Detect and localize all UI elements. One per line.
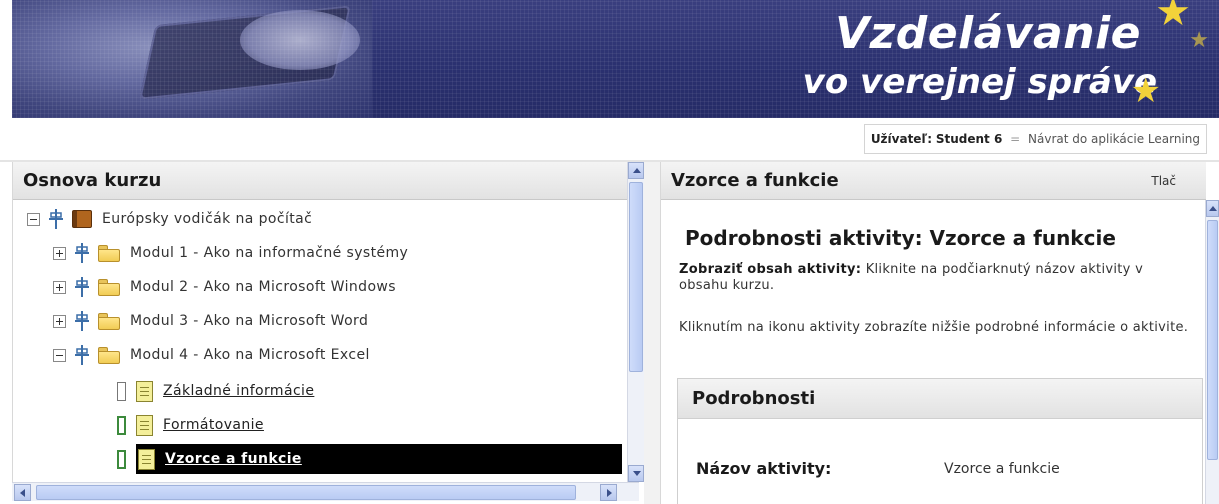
tree-connector-icon [72, 277, 92, 297]
banner-title-line1: Vzdelávanie [835, 8, 1141, 59]
document-icon [138, 448, 155, 470]
tree-module[interactable]: Modul 4 - Ako na Microsoft Excel [53, 338, 370, 372]
user-name: Student 6 [935, 132, 1003, 146]
scroll-left-button[interactable] [14, 484, 31, 501]
collapse-icon[interactable] [27, 212, 40, 226]
scroll-down-button[interactable] [628, 465, 644, 482]
not-attempted-status-icon[interactable] [117, 381, 126, 401]
outline-horizontal-scrollbar[interactable] [12, 482, 639, 501]
star-icon: ★ [1155, 0, 1191, 35]
outline-vertical-scrollbar[interactable] [627, 162, 644, 482]
activity-link[interactable]: Základné informácie [163, 383, 314, 399]
header-banner: Vzdelávanie vo verejnej správe ★ ★ ★ [0, 0, 1219, 118]
scroll-up-button[interactable] [1206, 200, 1219, 217]
module-label: Modul 2 - Ako na Microsoft Windows [130, 279, 396, 295]
collapse-icon[interactable] [53, 348, 66, 362]
print-link[interactable]: Tlač [1151, 162, 1176, 199]
frame-splitter[interactable] [644, 162, 660, 504]
folder-icon [98, 244, 120, 262]
module-label: Modul 4 - Ako na Microsoft Excel [130, 347, 370, 363]
book-icon [72, 210, 92, 228]
attempted-status-icon[interactable] [117, 449, 126, 469]
chevron-down-icon [633, 471, 641, 476]
attempted-status-icon[interactable] [117, 415, 126, 435]
outline-tree: Európsky vodičák na počítač Modul 1 - Ak… [13, 200, 628, 482]
document-icon [136, 414, 153, 436]
activity-link[interactable]: Vzorce a funkcie [165, 451, 302, 467]
activity-detail-panel: Vzorce a funkcie Tlač Podrobnosti aktivi… [660, 162, 1206, 504]
expand-icon[interactable] [53, 314, 66, 328]
document-icon [136, 380, 153, 402]
expand-icon[interactable] [53, 280, 66, 294]
scroll-thumb[interactable] [1207, 220, 1218, 460]
details-section: Podrobnosti Názov aktivity: Vzorce a fun… [677, 378, 1203, 504]
chevron-up-icon [633, 168, 641, 173]
scroll-thumb[interactable] [36, 485, 576, 500]
tree-root[interactable]: Európsky vodičák na počítač [27, 202, 312, 236]
chevron-right-icon [607, 489, 612, 497]
module-label: Modul 1 - Ako na informačné systémy [130, 245, 409, 261]
show-content-label: Zobraziť obsah aktivity: [679, 262, 862, 277]
tree-connector-icon [72, 243, 92, 263]
tree-activity: Základné informácie [117, 374, 314, 408]
tree-connector-icon [46, 209, 66, 229]
user-bar: Užívateľ: Student 6 = Návrat do aplikáci… [0, 118, 1219, 160]
show-content-paragraph: Zobraziť obsah aktivity: Kliknite na pod… [679, 262, 1189, 294]
tree-activity-selected: Vzorce a funkcie [117, 442, 622, 476]
user-info-box: Užívateľ: Student 6 = Návrat do aplikáci… [863, 124, 1207, 154]
activity-details-heading: Podrobnosti aktivity: Vzorce a funkcie [685, 226, 1116, 250]
course-title: Európsky vodičák na počítač [102, 211, 313, 227]
star-icon: ★ [1189, 28, 1209, 53]
folder-icon [98, 312, 120, 330]
activity-name-label: Názov aktivity: [696, 459, 832, 478]
truncated-field-label [696, 495, 714, 504]
tree-module[interactable]: Modul 3 - Ako na Microsoft Word [53, 304, 368, 338]
module-label: Modul 3 - Ako na Microsoft Word [130, 313, 369, 329]
tree-connector-icon [72, 311, 92, 331]
detail-header-title: Vzorce a funkcie [671, 170, 839, 191]
folder-icon [98, 346, 120, 364]
tree-module[interactable]: Modul 2 - Ako na Microsoft Windows [53, 270, 396, 304]
user-label: Užívateľ: [870, 132, 933, 146]
info-paragraph: Kliknutím na ikonu aktivity zobrazíte ni… [679, 320, 1189, 335]
tree-module[interactable]: Modul 1 - Ako na informačné systémy [53, 236, 408, 270]
outline-title: Osnova kurzu [13, 162, 628, 200]
tree-connector-icon [72, 345, 92, 365]
detail-vertical-scrollbar[interactable] [1205, 200, 1219, 504]
banner-title-line2: vo verejnej správe [802, 62, 1157, 102]
details-section-title: Podrobnosti [678, 379, 1202, 419]
folder-icon [98, 278, 120, 296]
tree-activity: Formátovanie [117, 408, 264, 442]
chevron-left-icon [20, 489, 25, 497]
star-icon: ★ [1130, 71, 1161, 111]
scroll-up-button[interactable] [628, 162, 644, 179]
chevron-up-icon [1209, 206, 1217, 211]
return-to-learning-link[interactable]: Návrat do aplikácie Learning [1028, 132, 1200, 146]
activity-name-value: Vzorce a funkcie [944, 461, 1060, 477]
scroll-thumb[interactable] [629, 182, 643, 372]
course-outline-panel: Osnova kurzu Európsky vodičák na počítač [12, 162, 628, 482]
scroll-right-button[interactable] [600, 484, 617, 501]
expand-icon[interactable] [53, 246, 66, 260]
separator: = [1010, 132, 1021, 146]
detail-header: Vzorce a funkcie Tlač [661, 162, 1206, 200]
activity-link[interactable]: Formátovanie [163, 417, 264, 433]
selected-highlight: Vzorce a funkcie [136, 444, 622, 474]
